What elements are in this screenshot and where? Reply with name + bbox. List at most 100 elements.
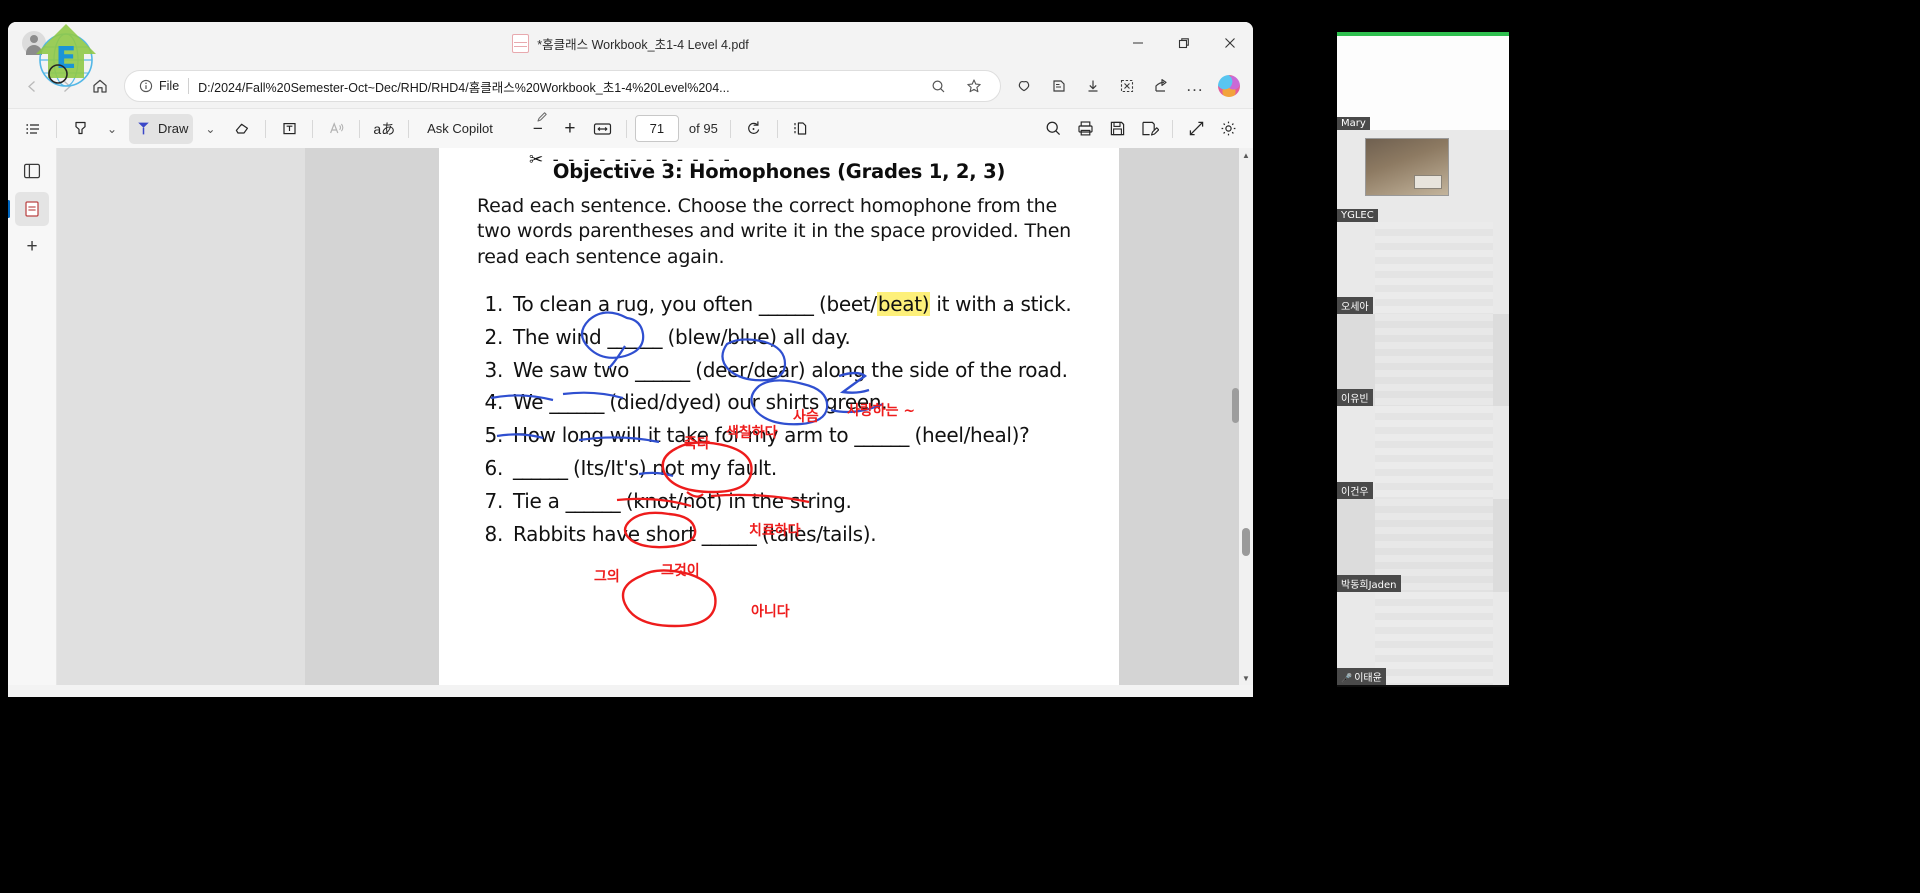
- toolbar-divider-4: [359, 119, 361, 138]
- browser-navbar: File D:/2024/Fall%20Semester-Oct~Dec/RHD…: [8, 64, 1253, 108]
- rotate-icon[interactable]: [739, 114, 769, 144]
- worksheet-content: ✂ - - - - - - - - - - - - Objective 3: H…: [439, 148, 1119, 685]
- viewer-scrollbar[interactable]: ▲ ▼: [1239, 148, 1253, 685]
- scrollbar-thumb[interactable]: [1242, 528, 1250, 556]
- video-tile[interactable]: YGLEC: [1337, 130, 1509, 222]
- question-text-before: How long will it take for my arm to: [513, 423, 855, 448]
- zoom-out-button[interactable]: −: [523, 111, 553, 144]
- browser-essentials-icon[interactable]: [1009, 70, 1041, 102]
- toolbar-divider: [56, 119, 57, 138]
- toolbar-divider-5: [408, 119, 410, 138]
- participant-name: 이유빈: [1337, 389, 1373, 406]
- zoom-search-icon[interactable]: [922, 70, 954, 102]
- settings-gear-icon[interactable]: [1213, 114, 1243, 144]
- answer-blank: ______: [635, 357, 690, 382]
- answer-blank: ______: [549, 390, 604, 415]
- video-tile[interactable]: 오세아: [1337, 222, 1509, 314]
- page-scroll-thumb[interactable]: [1232, 388, 1239, 423]
- video-tile[interactable]: 이유빈: [1337, 314, 1509, 406]
- video-tile[interactable]: 이건우: [1337, 406, 1509, 499]
- question-number: 3.: [484, 357, 504, 382]
- edge-browser-window: *홈클래스 Workbook_초1-4 Level 4.pdf File D:/…: [8, 22, 1253, 697]
- eraser-tool-button[interactable]: [227, 114, 257, 144]
- save-icon[interactable]: [1102, 114, 1132, 144]
- page-view-icon[interactable]: [786, 114, 816, 144]
- video-feed-placeholder: [1375, 314, 1493, 406]
- video-thumbnail-image: [1365, 138, 1449, 196]
- question-number: 8.: [484, 521, 504, 546]
- page-number-input[interactable]: 71: [634, 115, 679, 142]
- close-button[interactable]: [1207, 22, 1253, 64]
- question-number: 5.: [484, 423, 504, 448]
- search-icon[interactable]: [1038, 114, 1068, 144]
- question-number: 6.: [484, 455, 504, 480]
- question-text-after: (deer/dear) along the side of the road.: [689, 357, 1068, 382]
- favorite-star-icon[interactable]: [958, 70, 990, 102]
- question-number: 2.: [484, 324, 504, 349]
- thumbnail-pane[interactable]: [57, 148, 305, 685]
- screenshot-icon[interactable]: [1111, 70, 1143, 102]
- collections-icon[interactable]: [1043, 70, 1075, 102]
- highlighter-chevron-icon[interactable]: ⌄: [97, 114, 127, 144]
- highlighted-word: beat): [876, 292, 931, 316]
- question-number: 4.: [484, 390, 504, 415]
- highlighter-tool-button[interactable]: [65, 114, 95, 144]
- worksheet-question: 3. We saw two ______ (deer/dear) along th…: [477, 354, 1087, 387]
- address-bar-url: D:/2024/Fall%20Semester-Oct~Dec/RHD/RHD4…: [198, 80, 730, 95]
- answer-blank: ______: [513, 455, 568, 480]
- ask-copilot-label: Ask Copilot: [427, 121, 493, 136]
- translate-button[interactable]: aあ: [368, 114, 400, 144]
- viewer-left-rail: +: [8, 148, 57, 685]
- question-text-after: (beet/: [812, 292, 877, 316]
- add-page-button[interactable]: +: [15, 230, 49, 264]
- page-number-value: 71: [649, 121, 665, 136]
- answer-blank: ______: [758, 292, 814, 316]
- fullscreen-icon[interactable]: [1181, 114, 1211, 144]
- save-as-icon[interactable]: [1134, 114, 1164, 144]
- copilot-icon[interactable]: [1213, 70, 1245, 102]
- share-icon[interactable]: [1145, 70, 1177, 102]
- question-text-before: Tie a: [513, 488, 566, 513]
- video-tile[interactable]: 박동희Jaden: [1337, 499, 1509, 592]
- ask-copilot-button[interactable]: Ask Copilot: [417, 114, 503, 144]
- question-text: Rabbits have short ______ (tales/tails).: [513, 518, 1087, 551]
- browser-tab[interactable]: *홈클래스 Workbook_초1-4 Level 4.pdf: [8, 22, 1253, 64]
- video-tile[interactable]: 이태윤: [1337, 592, 1509, 685]
- sidebar-toggle-icon[interactable]: [15, 154, 49, 188]
- worksheet-question: 8. Rabbits have short ______ (tales/tails…: [477, 518, 1087, 551]
- question-text-tail: it with a stick.: [930, 292, 1072, 316]
- print-icon[interactable]: [1070, 114, 1100, 144]
- draw-chevron-icon[interactable]: ⌄: [195, 114, 225, 144]
- draw-tool-button[interactable]: Draw: [129, 113, 194, 144]
- scroll-up-arrow[interactable]: ▲: [1239, 148, 1253, 162]
- fit-to-width-button[interactable]: [587, 114, 618, 144]
- pdf-toolbar: ⌄ Draw ⌄ aあ Ask Copilot − + 71 of 95: [8, 108, 1253, 148]
- more-options-icon[interactable]: ...: [1179, 70, 1211, 102]
- minimize-button[interactable]: [1115, 22, 1161, 64]
- toolbar-divider-7: [729, 119, 731, 138]
- question-number: 1.: [484, 292, 504, 316]
- info-icon[interactable]: [135, 75, 157, 97]
- video-tile[interactable]: Mary: [1337, 32, 1509, 130]
- scroll-down-arrow[interactable]: ▼: [1239, 671, 1253, 685]
- participant-name: 이태윤: [1337, 668, 1386, 685]
- address-bar[interactable]: File D:/2024/Fall%20Semester-Oct~Dec/RHD…: [124, 70, 1001, 102]
- download-icon[interactable]: [1077, 70, 1109, 102]
- window-titlebar: *홈클래스 Workbook_초1-4 Level 4.pdf: [8, 22, 1253, 64]
- restore-button[interactable]: [1161, 22, 1207, 64]
- participant-name: 박동희Jaden: [1337, 575, 1401, 592]
- worksheet-title: Objective 3: Homophones (Grades 1, 2, 3): [552, 160, 1006, 183]
- table-of-contents-icon[interactable]: [18, 114, 48, 144]
- desktop-screen: *홈클래스 Workbook_초1-4 Level 4.pdf File D:/…: [0, 0, 1920, 893]
- answer-blank: ______: [701, 521, 757, 546]
- zoom-in-button[interactable]: +: [555, 114, 585, 144]
- question-text-after: (heel/heal)?: [908, 423, 1030, 448]
- page-thumbnails-icon[interactable]: [8, 192, 49, 226]
- question-text-after: (Its/It's) not my fault.: [567, 455, 777, 480]
- question-text: To clean a rug, you often ______ (beet/b…: [513, 288, 1087, 321]
- question-text: We saw two ______ (deer/dear) along the …: [513, 354, 1087, 387]
- add-text-button[interactable]: [274, 114, 304, 144]
- answer-blank: ______: [565, 488, 621, 513]
- read-aloud-button[interactable]: [321, 114, 351, 144]
- participant-name: Mary: [1337, 117, 1370, 130]
